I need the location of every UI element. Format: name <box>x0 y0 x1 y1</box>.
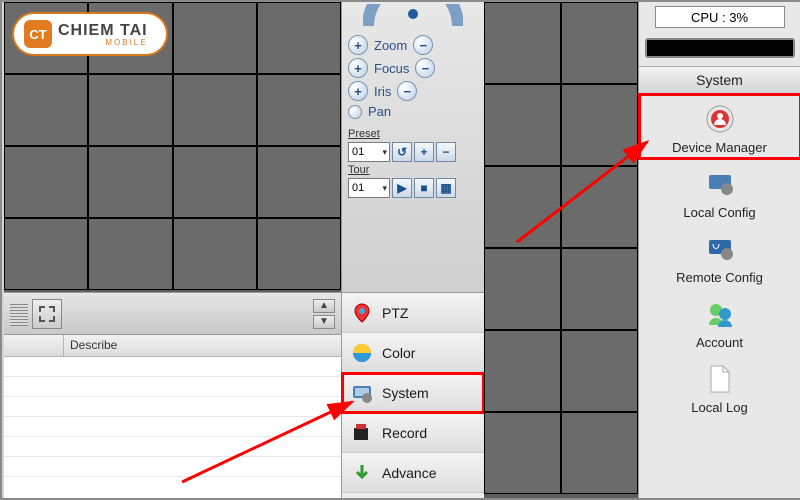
brand-logo: CT CHIEM TAI MOBILE <box>12 12 168 56</box>
grip-icon <box>10 302 28 326</box>
menu-color-label: Color <box>382 345 415 361</box>
annotation-arrow-system <box>172 392 372 492</box>
menu-ptz[interactable]: PTZ <box>342 293 484 333</box>
account-icon <box>703 297 737 331</box>
tour-title: Tour <box>348 164 478 176</box>
ptz-dial[interactable] <box>363 4 463 28</box>
focus-in-button[interactable]: + <box>348 58 368 78</box>
menu-color[interactable]: Color <box>342 333 484 373</box>
col-index[interactable] <box>4 335 64 356</box>
color-icon <box>350 341 374 365</box>
ptz-panel: + Zoom − + Focus − + Iris − Pan Preset <box>341 2 484 292</box>
tour-stop-button[interactable]: ■ <box>414 178 434 198</box>
focus-out-button[interactable]: − <box>415 58 435 78</box>
local-log-label: Local Log <box>691 400 747 415</box>
menu-system-label: System <box>382 385 429 401</box>
fullscreen-button[interactable] <box>32 299 62 329</box>
focus-label: Focus <box>374 61 409 76</box>
tour-grid-button[interactable]: ▦ <box>436 178 456 198</box>
system-section-header: System <box>639 66 800 94</box>
annotation-arrow-device-manager <box>507 132 667 252</box>
remote-config-icon <box>703 232 737 266</box>
bottom-toolbar: ▲ ▼ <box>4 292 341 334</box>
preset-del-button[interactable]: − <box>436 142 456 162</box>
local-log-button[interactable]: Local Log <box>639 354 800 419</box>
preset-select[interactable]: 01 <box>348 142 390 162</box>
menu-record-label: Record <box>382 425 427 441</box>
tour-play-button[interactable]: ▶ <box>392 178 412 198</box>
zoom-label: Zoom <box>374 38 407 53</box>
preset-add-button[interactable]: + <box>414 142 434 162</box>
local-log-icon <box>703 362 737 396</box>
remote-config-label: Remote Config <box>676 270 763 285</box>
status-bar <box>645 38 795 58</box>
scroll-down-button[interactable]: ▼ <box>313 315 335 329</box>
iris-in-button[interactable]: + <box>348 81 368 101</box>
local-config-label: Local Config <box>683 205 755 220</box>
scroll-up-button[interactable]: ▲ <box>313 299 335 313</box>
zoom-out-button[interactable]: − <box>413 35 433 55</box>
menu-ptz-label: PTZ <box>382 305 408 321</box>
logo-subtext: MOBILE <box>58 38 148 47</box>
zoom-in-button[interactable]: + <box>348 35 368 55</box>
preset-goto-button[interactable]: ↺ <box>392 142 412 162</box>
device-manager-icon <box>703 102 737 136</box>
account-button[interactable]: Account <box>639 289 800 354</box>
tour-select[interactable]: 01 <box>348 178 390 198</box>
iris-label: Iris <box>374 84 391 99</box>
pan-dot-icon[interactable] <box>348 105 362 119</box>
iris-out-button[interactable]: − <box>397 81 417 101</box>
device-manager-label: Device Manager <box>672 140 767 155</box>
ptz-icon <box>350 301 374 325</box>
preset-title: Preset <box>348 128 478 140</box>
cpu-status: CPU : 3% <box>655 6 785 28</box>
local-config-icon <box>703 167 737 201</box>
account-label: Account <box>696 335 743 350</box>
logo-mark: CT <box>24 20 52 48</box>
menu-advance-label: Advance <box>382 465 436 481</box>
pan-label: Pan <box>368 104 391 119</box>
